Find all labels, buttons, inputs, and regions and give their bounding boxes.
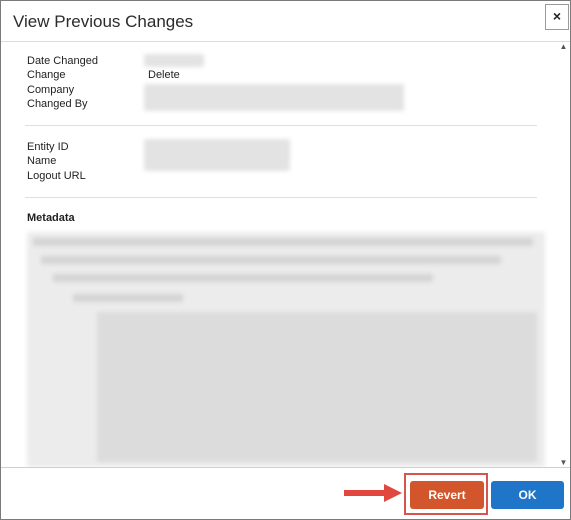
- logout-url-label: Logout URL: [27, 170, 86, 182]
- vertical-scrollbar[interactable]: ▲ ▼: [558, 42, 569, 468]
- company-label: Company: [27, 84, 75, 96]
- close-icon: ×: [552, 8, 562, 24]
- section-divider: [25, 125, 537, 126]
- changes-content[interactable]: Date Changed Change Company Changed By D…: [13, 42, 557, 467]
- arrow-right-icon: [344, 484, 402, 502]
- change-value: Delete: [148, 69, 180, 81]
- dialog-header: View Previous Changes ×: [1, 1, 570, 42]
- ok-button[interactable]: OK: [491, 481, 564, 509]
- entity-values-redacted: [144, 139, 290, 171]
- dialog-title: View Previous Changes: [13, 12, 194, 31]
- metadata-line-redacted: [33, 238, 533, 246]
- metadata-line-redacted: [73, 294, 183, 302]
- metadata-label: Metadata: [27, 212, 75, 224]
- chevron-up-icon[interactable]: ▲: [558, 42, 569, 52]
- date-changed-value-redacted: [144, 54, 204, 67]
- company-changed-by-redacted: [144, 84, 404, 111]
- name-label: Name: [27, 155, 57, 167]
- revert-button[interactable]: Revert: [410, 481, 484, 509]
- change-label: Change: [27, 69, 66, 81]
- section-divider: [25, 197, 537, 198]
- changed-by-label: Changed By: [27, 98, 88, 110]
- metadata-line-redacted: [41, 256, 501, 264]
- entity-id-label: Entity ID: [27, 141, 69, 153]
- view-previous-changes-dialog: View Previous Changes × Date Changed Cha…: [0, 0, 571, 520]
- metadata-body-redacted: [97, 312, 537, 462]
- dialog-footer: Revert OK: [1, 468, 570, 519]
- metadata-line-redacted: [53, 274, 433, 282]
- date-changed-label: Date Changed: [27, 55, 98, 67]
- close-button[interactable]: ×: [545, 4, 569, 30]
